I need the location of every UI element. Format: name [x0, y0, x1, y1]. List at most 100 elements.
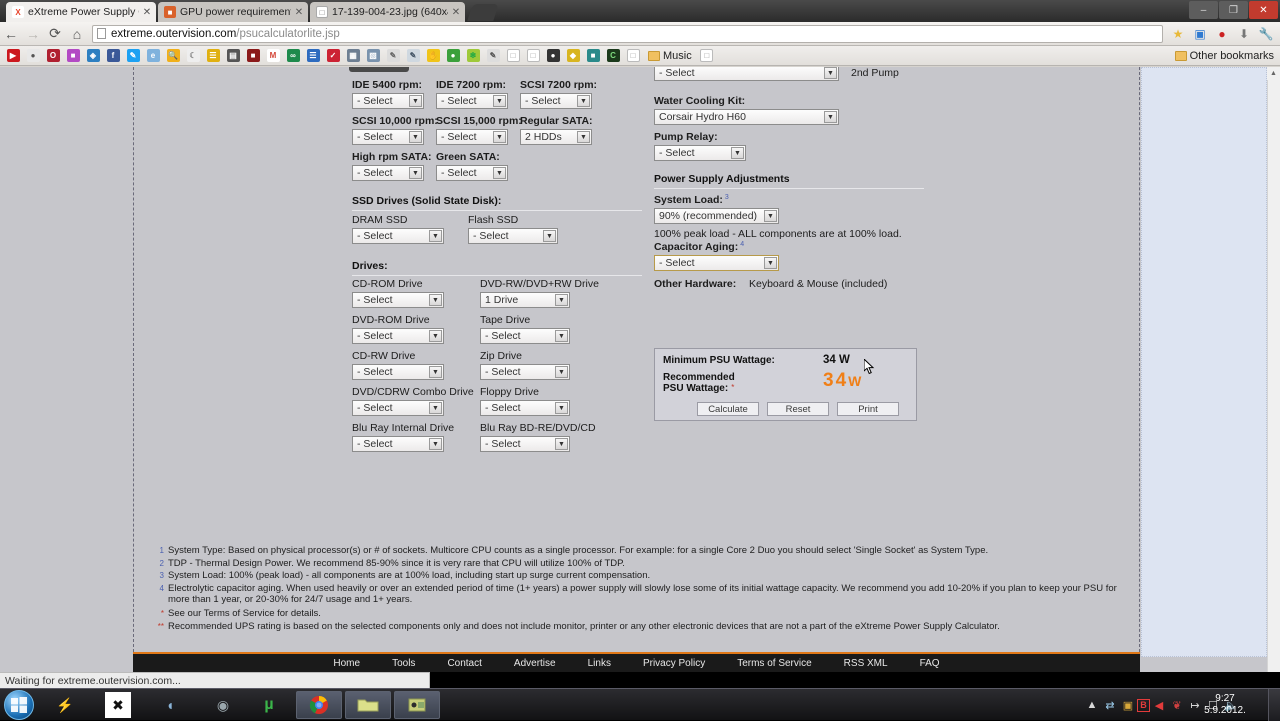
select-scsi-7200[interactable]: - Select ▼ [520, 93, 592, 109]
select-blu-ray-bdre-drive[interactable]: - Select ▼ [480, 436, 570, 452]
bookmark-moon-icon[interactable]: ☾ [183, 47, 203, 65]
taskbar-clock[interactable]: 9:27 5.9.2012. [1198, 693, 1252, 717]
select-regular-sata[interactable]: 2 HDDs ▼ [520, 129, 592, 145]
select-zip-drive[interactable]: - Select ▼ [480, 364, 570, 380]
page-scrollbar[interactable]: ▲ [1267, 67, 1280, 672]
bookmark-blue-doc-icon[interactable]: ▧ [363, 47, 383, 65]
bookmark-youtube-icon[interactable]: ▶ [3, 47, 23, 65]
calculate-button[interactable]: Calculate [697, 402, 759, 416]
footer-link-contact[interactable]: Contact [447, 658, 481, 669]
bookmark-hand-icon[interactable]: ✋ [423, 47, 443, 65]
bookmark-green-circle-icon[interactable]: ● [443, 47, 463, 65]
print-button[interactable]: Print [837, 402, 899, 416]
select-system-load[interactable]: 90% (recommended) ▼ [654, 208, 779, 224]
show-desktop-button[interactable] [1268, 689, 1280, 721]
bookmark-picasa-icon[interactable]: ● [23, 47, 43, 65]
select-dvd-rom-drive[interactable]: - Select ▼ [352, 328, 444, 344]
bookmark-page2-icon[interactable]: □ [523, 47, 543, 65]
bookmark-notes-icon[interactable]: ✎ [383, 47, 403, 65]
bookmark-black-dot-icon[interactable]: ● [543, 47, 563, 65]
chrome-taskbar-button[interactable] [296, 691, 342, 719]
bookmark-twitter-icon[interactable]: ✎ [123, 47, 143, 65]
utorrent-icon[interactable]: µ [256, 692, 282, 718]
reload-icon[interactable]: ⟳ [44, 23, 66, 45]
tab-image-file[interactable]: □ 17-139-004-23.jpg (640x48 ✕ [310, 2, 465, 22]
nero-icon[interactable]: ◖ [157, 692, 183, 718]
scroll-up-icon[interactable]: ▲ [1267, 67, 1280, 80]
bookmark-folder-music[interactable]: Music [643, 47, 697, 65]
back-icon[interactable]: ← [0, 23, 22, 45]
footer-link-privacy-policy[interactable]: Privacy Policy [643, 658, 705, 669]
tab-close-icon[interactable]: ✕ [294, 7, 304, 18]
new-tab-button[interactable] [467, 4, 499, 21]
cherry-icon[interactable]: ❦ [1168, 696, 1186, 714]
bookmark-link-icon[interactable]: ∞ [283, 47, 303, 65]
select-pump-relay[interactable]: - Select ▼ [654, 145, 746, 161]
footer-link-terms-of-service[interactable]: Terms of Service [737, 658, 811, 669]
bookmark-dropbox-icon[interactable]: ◈ [83, 47, 103, 65]
star-icon[interactable]: ★ [1167, 23, 1189, 45]
minimize-button[interactable]: – [1189, 1, 1218, 19]
media-app-button[interactable] [394, 691, 440, 719]
select-second-pump[interactable]: - Select ▼ [654, 67, 839, 81]
select-flash-ssd[interactable]: - Select ▼ [468, 228, 558, 244]
bookmark-opera-icon[interactable]: O [43, 47, 63, 65]
footer-link-tools[interactable]: Tools [392, 658, 415, 669]
show-hidden-icons-button[interactable]: ▲ [1083, 696, 1101, 714]
select-ide-7200[interactable]: - Select ▼ [436, 93, 508, 109]
select-cd-rw-drive[interactable]: - Select ▼ [352, 364, 444, 380]
bookmark-checkmark-icon[interactable]: ✓ [323, 47, 343, 65]
translate-icon[interactable]: ▣ [1189, 23, 1211, 45]
opera-extension-icon[interactable]: ● [1211, 23, 1233, 45]
bookmark-gmail-icon[interactable]: M [263, 47, 283, 65]
xfire-icon[interactable]: ✖ [105, 692, 131, 718]
footer-link-rss-xml[interactable]: RSS XML [844, 658, 888, 669]
tab-close-icon[interactable]: ✕ [142, 7, 152, 18]
bookmark-page-icon[interactable]: □ [503, 47, 523, 65]
select-scsi-15000[interactable]: - Select ▼ [436, 129, 508, 145]
daemon-tools-icon[interactable]: ▣ [1119, 696, 1137, 714]
select-dvd-cdrw-combo-drive[interactable]: - Select ▼ [352, 400, 444, 416]
select-scsi-10000[interactable]: - Select ▼ [352, 129, 424, 145]
wrench-menu-icon[interactable]: 🔧 [1255, 23, 1277, 45]
other-bookmarks-button[interactable]: Other bookmarks [1174, 50, 1274, 62]
bookmark-tiger-icon[interactable]: ☰ [203, 47, 223, 65]
bookmark-sketch-icon[interactable]: ✎ [403, 47, 423, 65]
select-floppy-drive[interactable]: - Select ▼ [480, 400, 570, 416]
bookmark-search-icon[interactable]: 🔍 [163, 47, 183, 65]
forward-icon[interactable]: → [22, 23, 44, 45]
maximize-button[interactable]: ❐ [1219, 1, 1248, 19]
winamp-icon[interactable]: ⚡ [52, 692, 78, 718]
select-capacitor-aging[interactable]: - Select ▼ [654, 255, 779, 271]
bitdefender-icon[interactable]: B [1137, 698, 1150, 712]
download-icon[interactable]: ⬇ [1233, 23, 1255, 45]
address-bar[interactable]: extreme.outervision.com /psucalculatorli… [92, 24, 1163, 43]
bookmark-photobucket-icon[interactable]: ■ [63, 47, 83, 65]
bookmark-c-icon[interactable]: C [603, 47, 623, 65]
select-cd-rom-drive[interactable]: - Select ▼ [352, 292, 444, 308]
tab-close-icon[interactable]: ✕ [451, 7, 461, 18]
system-load-footnote-ref[interactable]: 3 [725, 194, 729, 201]
volume-mute-icon[interactable]: ◀ [1150, 696, 1168, 714]
select-blu-ray-internal-drive[interactable]: - Select ▼ [352, 436, 444, 452]
bookmark-pen-icon[interactable]: ✎ [483, 47, 503, 65]
bookmark-plain-page-icon[interactable]: □ [623, 47, 643, 65]
footer-link-advertise[interactable]: Advertise [514, 658, 556, 669]
bookmark-yellow-icon[interactable]: ◆ [563, 47, 583, 65]
select-green-sata[interactable]: - Select ▼ [436, 165, 508, 181]
bookmark-teal-icon[interactable]: ■ [583, 47, 603, 65]
bookmark-printer-icon[interactable]: ▤ [223, 47, 243, 65]
home-icon[interactable]: ⌂ [66, 23, 88, 45]
select-water-cooling-kit[interactable]: Corsair Hydro H60 ▼ [654, 109, 839, 125]
select-dvd-rw-drive[interactable]: 1 Drive ▼ [480, 292, 570, 308]
footer-link-links[interactable]: Links [588, 658, 611, 669]
footer-link-faq[interactable]: FAQ [920, 658, 940, 669]
bookmark-facebook-icon[interactable]: f [103, 47, 123, 65]
select-dram-ssd[interactable]: - Select ▼ [352, 228, 444, 244]
bookmark-document-icon[interactable]: ▦ [343, 47, 363, 65]
recommended-footnote-ref[interactable]: * [731, 383, 734, 392]
capacitor-aging-footnote-ref[interactable]: 4 [740, 241, 744, 248]
explorer-folder-button[interactable] [345, 691, 391, 719]
reset-button[interactable]: Reset [767, 402, 829, 416]
footer-link-home[interactable]: Home [333, 658, 360, 669]
